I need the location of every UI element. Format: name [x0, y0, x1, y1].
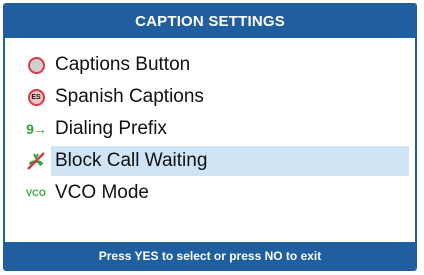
settings-menu: Captions Button ES Spanish Captions 9→ D… [5, 49, 415, 209]
menu-item-spanish-captions[interactable]: ES Spanish Captions [5, 81, 415, 113]
dialing-prefix-icon: 9→ [26, 121, 47, 137]
block-call-waiting-icon [25, 150, 47, 172]
menu-item-vco-mode[interactable]: VCO VCO Mode [5, 177, 415, 209]
captions-button-icon [25, 54, 47, 76]
menu-item-block-call-waiting[interactable]: Block Call Waiting [5, 145, 415, 177]
menu-item-label: Spanish Captions [55, 86, 204, 107]
spanish-captions-icon: ES [25, 86, 47, 108]
page-title: CAPTION SETTINGS [5, 5, 415, 38]
menu-item-label: Block Call Waiting [55, 150, 208, 171]
footer-hint: Press YES to select or press NO to exit [5, 242, 415, 269]
caption-settings-screen: CAPTION SETTINGS Captions Button ES Span… [3, 3, 417, 271]
vco-icon: VCO [25, 188, 47, 198]
menu-item-captions-button[interactable]: Captions Button [5, 49, 415, 81]
menu-item-label: Captions Button [55, 54, 191, 75]
menu-item-dialing-prefix[interactable]: 9→ Dialing Prefix [5, 113, 415, 145]
menu-item-label: Dialing Prefix [55, 118, 167, 139]
menu-item-label: VCO Mode [55, 182, 149, 203]
